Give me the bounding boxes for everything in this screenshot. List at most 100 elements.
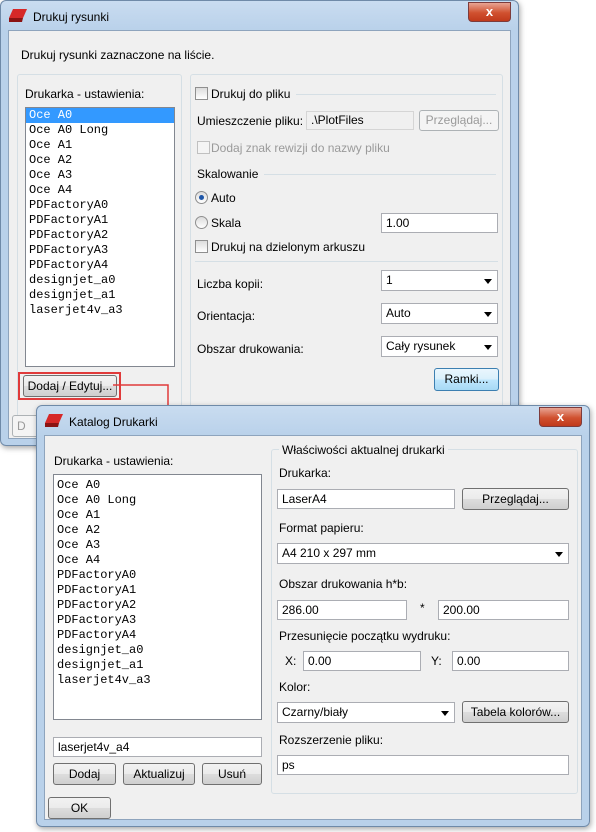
print-to-file-checkbox[interactable] xyxy=(195,87,208,100)
auto-radio[interactable] xyxy=(195,191,208,204)
list-item[interactable]: Oce A2 xyxy=(26,153,174,168)
browse-button[interactable]: Przeglądaj... xyxy=(462,488,569,510)
list-item[interactable]: PDFactoryA2 xyxy=(26,228,174,243)
extension-field[interactable]: ps xyxy=(277,755,569,775)
color-dropdown[interactable]: Czarny/biały xyxy=(277,702,455,723)
list-item[interactable]: Oce A1 xyxy=(54,508,261,523)
width-field[interactable]: 200.00 xyxy=(438,600,569,620)
description-text: Drukuj rysunki zaznaczone na liście. xyxy=(21,48,215,62)
close-icon: x xyxy=(485,4,494,19)
ok-button-label: OK xyxy=(70,801,89,815)
list-item[interactable]: PDFactoryA3 xyxy=(26,243,174,258)
printer-settings-label: Drukarka - ustawienia: xyxy=(25,87,145,101)
x-offset-field[interactable]: 0.00 xyxy=(303,651,421,671)
height-field[interactable]: 286.00 xyxy=(277,600,407,620)
close-button[interactable]: x xyxy=(468,2,511,22)
list-item[interactable]: PDFactoryA4 xyxy=(54,628,261,643)
list-item[interactable]: Oce A4 xyxy=(26,183,174,198)
list-item[interactable]: Oce A0 xyxy=(54,478,261,493)
printer-name-field[interactable]: laserjet4v_a4 xyxy=(53,737,262,757)
print-area-label: Obszar drukowania: xyxy=(197,342,304,356)
list-item[interactable]: Oce A0 Long xyxy=(54,493,261,508)
height-value: 286.00 xyxy=(282,603,319,617)
color-table-button[interactable]: Tabela kolorów... xyxy=(462,701,569,723)
list-item[interactable]: designjet_a1 xyxy=(54,658,261,673)
list-item[interactable]: laserjet4v_a3 xyxy=(26,303,174,318)
y-offset-field[interactable]: 0.00 xyxy=(452,651,569,671)
list-item[interactable]: PDFactoryA0 xyxy=(54,568,261,583)
extension-value: ps xyxy=(282,758,295,772)
orientation-label: Orientacja: xyxy=(197,309,256,323)
list-item[interactable]: PDFactoryA1 xyxy=(54,583,261,598)
printer-list[interactable]: Oce A0 Oce A0 Long Oce A1 Oce A2 Oce A3 Oce A… xyxy=(25,107,175,367)
list-item[interactable]: PDFactoryA3 xyxy=(54,613,261,628)
list-item[interactable]: PDFactoryA1 xyxy=(26,213,174,228)
window-title: Drukuj rysunki xyxy=(33,10,110,24)
list-item[interactable]: Oce A3 xyxy=(26,168,174,183)
list-item[interactable]: PDFactoryA4 xyxy=(26,258,174,273)
list-item[interactable]: Oce A2 xyxy=(54,523,261,538)
orientation-dropdown[interactable]: Auto xyxy=(381,303,498,324)
print-area-dropdown[interactable]: Cały rysunek xyxy=(381,336,498,357)
browse-button: Przeglądaj... xyxy=(419,110,499,131)
add-button[interactable]: Dodaj xyxy=(53,763,116,785)
list-item[interactable]: Oce A4 xyxy=(54,553,261,568)
dialog-body: Drukuj rysunki zaznaczone na liście. Dru… xyxy=(8,30,511,439)
copies-dropdown[interactable]: 1 xyxy=(381,270,498,291)
highlight-box xyxy=(18,372,121,400)
printer-catalog-list[interactable]: Oce A0 Oce A0 Long Oce A1 Oce A2 Oce A3 Oce A… xyxy=(53,474,262,720)
app-icon xyxy=(9,9,27,22)
print-drawings-dialog: Drukuj rysunki x Drukuj rysunki zaznaczo… xyxy=(0,0,519,446)
y-offset-value: 0.00 xyxy=(457,654,481,668)
color-label: Kolor: xyxy=(279,680,311,694)
printer-field[interactable]: LaserA4 xyxy=(277,489,455,509)
list-item[interactable]: designjet_a0 xyxy=(26,273,174,288)
ok-button[interactable]: OK xyxy=(48,797,111,819)
orientation-value: Auto xyxy=(386,306,411,320)
list-item[interactable]: designjet_a1 xyxy=(26,288,174,303)
scale-radio[interactable] xyxy=(195,216,208,229)
list-item[interactable]: laserjet4v_a3 xyxy=(54,673,261,688)
close-icon: x xyxy=(556,409,565,424)
print-to-file-label: Drukuj do pliku xyxy=(211,87,291,101)
chevron-down-icon xyxy=(441,710,449,716)
auto-radio-label: Auto xyxy=(211,191,236,205)
copies-value: 1 xyxy=(386,273,393,287)
print-area-value: Cały rysunek xyxy=(386,339,456,353)
list-item[interactable]: Oce A1 xyxy=(26,138,174,153)
separator xyxy=(264,174,496,175)
list-item[interactable]: PDFactoryA0 xyxy=(26,198,174,213)
scale-value: 1.00 xyxy=(386,216,410,230)
paper-format-dropdown[interactable]: A4 210 x 297 mm xyxy=(277,543,569,564)
file-location-field[interactable]: .\PlotFiles xyxy=(306,111,414,130)
scale-field[interactable]: 1.00 xyxy=(381,213,498,233)
update-button[interactable]: Aktualizuj xyxy=(123,763,195,785)
color-value: Czarny/biały xyxy=(282,705,349,719)
title-bar[interactable]: Drukuj rysunki x xyxy=(1,1,518,31)
x-label: X: xyxy=(285,654,297,668)
offset-label: Przesunięcie początku wydruku: xyxy=(279,629,451,643)
printer-value: LaserA4 xyxy=(282,492,327,506)
frames-button[interactable]: Ramki... xyxy=(434,368,499,391)
list-item[interactable]: Oce A3 xyxy=(54,538,261,553)
remove-button-label: Usuń xyxy=(217,767,246,781)
list-item[interactable]: Oce A0 xyxy=(26,108,174,123)
printer-label: Drukarka: xyxy=(279,466,332,480)
title-bar[interactable]: Katalog Drukarki x xyxy=(37,406,589,436)
scaling-label: Skalowanie xyxy=(197,167,259,181)
y-label: Y: xyxy=(431,654,442,668)
split-sheet-checkbox[interactable] xyxy=(195,240,208,253)
list-item[interactable]: Oce A0 Long xyxy=(26,123,174,138)
extension-label: Rozszerzenie pliku: xyxy=(279,733,384,747)
close-button[interactable]: x xyxy=(539,407,582,427)
add-button-label: Dodaj xyxy=(68,767,101,781)
remove-button[interactable]: Usuń xyxy=(202,763,262,785)
x-offset-value: 0.00 xyxy=(308,654,332,668)
split-sheet-label: Drukuj na dzielonym arkuszu xyxy=(211,240,366,254)
browse-button-label: Przeglądaj... xyxy=(482,492,549,506)
list-item[interactable]: PDFactoryA2 xyxy=(54,598,261,613)
file-location-value: .\PlotFiles xyxy=(311,113,364,127)
copies-label: Liczba kopii: xyxy=(197,277,264,291)
file-location-label: Umieszczenie pliku: xyxy=(197,114,304,128)
list-item[interactable]: designjet_a0 xyxy=(54,643,261,658)
